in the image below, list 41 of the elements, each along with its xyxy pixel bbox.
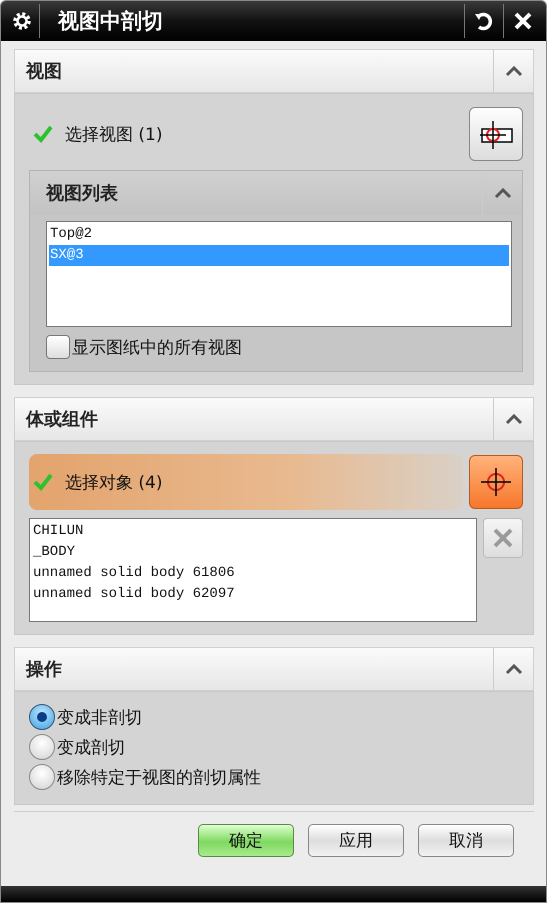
section-title: 体或组件	[24, 408, 99, 431]
reset-icon	[473, 10, 495, 32]
select-object-button[interactable]	[469, 455, 523, 509]
radio-button[interactable]	[29, 704, 55, 730]
list-item[interactable]: _BODY	[32, 542, 474, 563]
radio-button[interactable]	[29, 764, 55, 790]
remove-button[interactable]	[483, 518, 523, 558]
list-item[interactable]: unnamed solid body 62097	[32, 584, 474, 605]
window-title: 视图中剖切	[58, 8, 164, 35]
chevron-icon	[494, 187, 512, 199]
selection-row[interactable]: 选择对象 (4)	[29, 454, 463, 510]
checkbox[interactable]	[46, 335, 70, 359]
selection-label: 选择视图 (1)	[65, 124, 162, 146]
section-title: 视图	[24, 60, 63, 83]
chevron-icon	[504, 65, 522, 77]
view-list[interactable]: Top@2 SX@3	[46, 221, 512, 327]
object-list[interactable]: CHILUN _BODY unnamed solid body 61806 unnamed solid body 62097	[29, 518, 477, 622]
section-header[interactable]: 操作	[14, 647, 534, 691]
radio-button[interactable]	[29, 734, 55, 760]
select-view-button[interactable]	[469, 107, 523, 161]
list-item[interactable]: CHILUN	[32, 521, 474, 542]
section-title: 操作	[24, 658, 63, 681]
selection-label: 选择对象 (4)	[65, 472, 162, 494]
radio-label: 变成非剖切	[57, 706, 142, 728]
close-icon	[512, 10, 534, 32]
selection-row[interactable]: 选择视图 (1)	[29, 106, 463, 162]
list-item[interactable]: unnamed solid body 61806	[32, 563, 474, 584]
radio-label: 移除特定于视图的剖切属性	[57, 766, 261, 788]
subgroup-header[interactable]: 视图列表	[30, 171, 522, 215]
checkbox-label: 显示图纸中的所有视图	[72, 336, 242, 358]
dialog-button[interactable]: 确定	[198, 824, 294, 857]
chevron-icon	[504, 413, 522, 425]
dialog-button[interactable]: 取消	[418, 824, 514, 857]
settings-icon[interactable]	[11, 10, 33, 32]
chevron-icon	[504, 663, 522, 675]
radio-label: 变成剖切	[57, 736, 125, 758]
dialog-button[interactable]: 应用	[308, 824, 404, 857]
subgroup-title: 视图列表	[46, 182, 119, 205]
section-header[interactable]: 体或组件	[14, 397, 534, 441]
list-item[interactable]: Top@2	[49, 224, 509, 245]
section-header[interactable]: 视图	[14, 49, 534, 93]
